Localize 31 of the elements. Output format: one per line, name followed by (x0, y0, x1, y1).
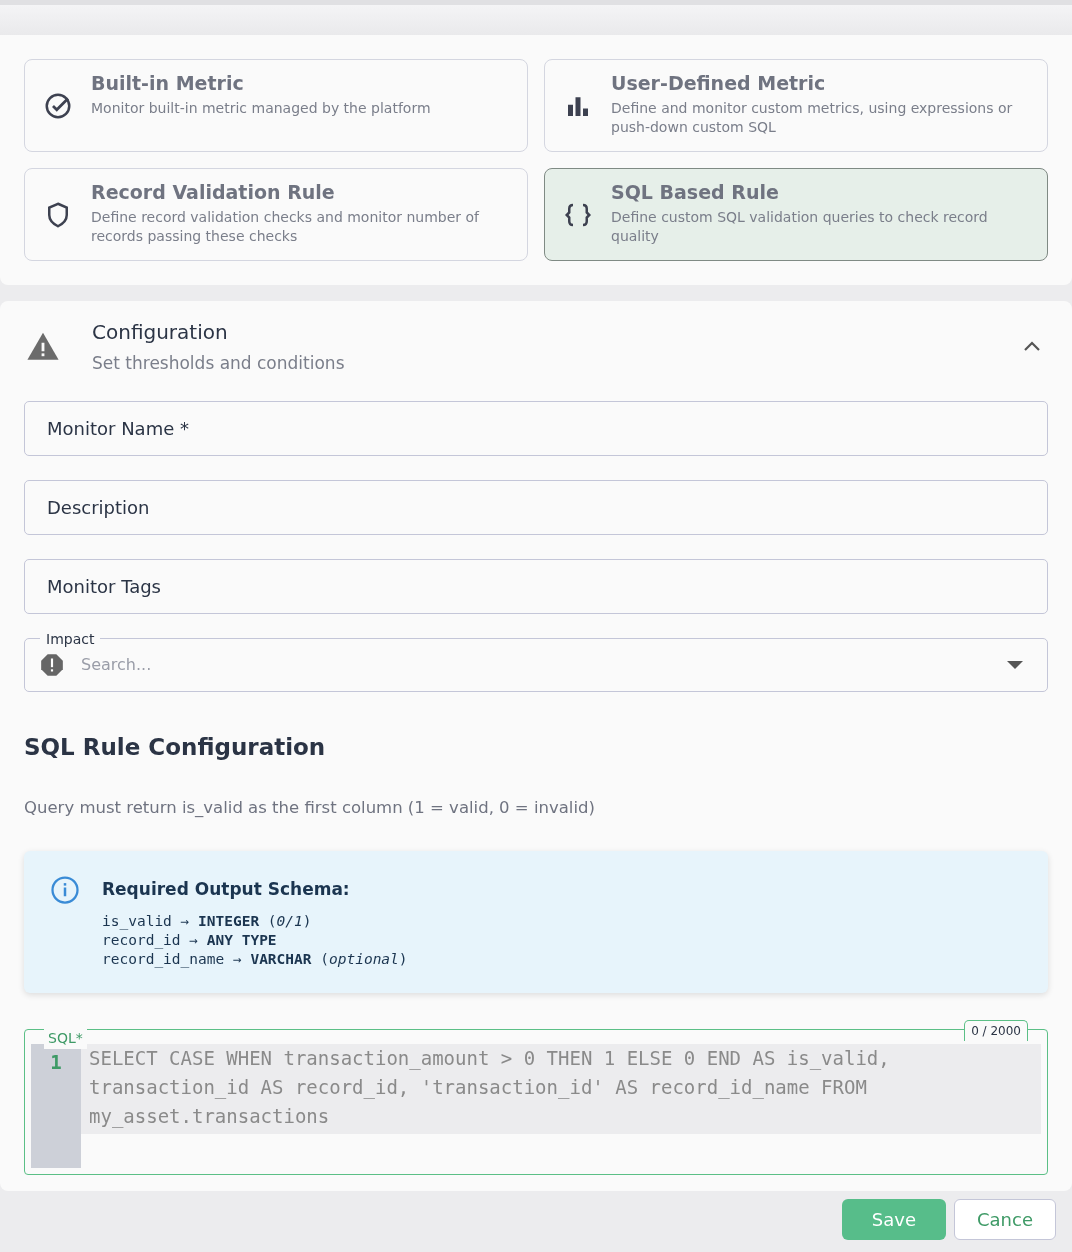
section-subtitle: Set thresholds and conditions (92, 352, 346, 375)
cancel-button[interactable]: Cance (954, 1198, 1056, 1240)
field-label: SQL* (44, 1027, 87, 1049)
schema-line: is_valid → INTEGER (0/1) (102, 912, 313, 932)
caret-icon (1007, 660, 1023, 669)
metric-type-card[interactable]: Record Validation Rule Define record validation checks and monitor number of records passing these checks (24, 168, 528, 261)
metric-type-card[interactable]: User-Defined Metric Define and monitor custom metrics, using expressions or push-down custom SQL (544, 59, 1048, 152)
card-description: Define custom SQL validation queries to check record quality (611, 207, 989, 246)
card-title: Record Validation Rule (91, 181, 336, 204)
text-field[interactable]: Monitor Tags (24, 558, 1048, 614)
section-heading: SQL Rule Configuration (24, 732, 327, 762)
schema-line: record_id → ANY TYPE (102, 931, 278, 950)
info-icon (50, 874, 80, 905)
card-title: Built-in Metric (91, 72, 245, 95)
search-field[interactable]: Search... (79, 651, 993, 678)
alert-octagon-icon (39, 651, 65, 678)
section-title: Configuration (92, 319, 229, 346)
metric-type-card[interactable]: Built-in Metric Monitor built-in metric managed by the platform (24, 59, 528, 152)
character-counter: 0 / 2000 (964, 1019, 1028, 1041)
card-description: Define record validation checks and monitor number of records passing these checks (91, 207, 481, 246)
card-description: Define and monitor custom metrics, using expressions or push-down custom SQL (611, 98, 1014, 137)
hint-text: Query must return is_valid as the first column (1 = valid, 0 = invalid) (24, 797, 596, 819)
schema-line: record_id_name → VARCHAR (optional) (102, 949, 408, 969)
metric-type-card[interactable]: SQL Based Rule Define custom SQL validation queries to check record quality (544, 168, 1048, 261)
text-field[interactable]: Monitor Name * (24, 400, 1048, 456)
card-title: SQL Based Rule (611, 181, 780, 204)
card-title: User-Defined Metric (611, 72, 827, 95)
schema-title: Required Output Schema: (102, 877, 351, 901)
text-field[interactable]: Description (24, 479, 1048, 535)
save-button[interactable]: Save (841, 1198, 946, 1240)
card-description: Monitor built-in metric managed by the platform (91, 98, 431, 118)
